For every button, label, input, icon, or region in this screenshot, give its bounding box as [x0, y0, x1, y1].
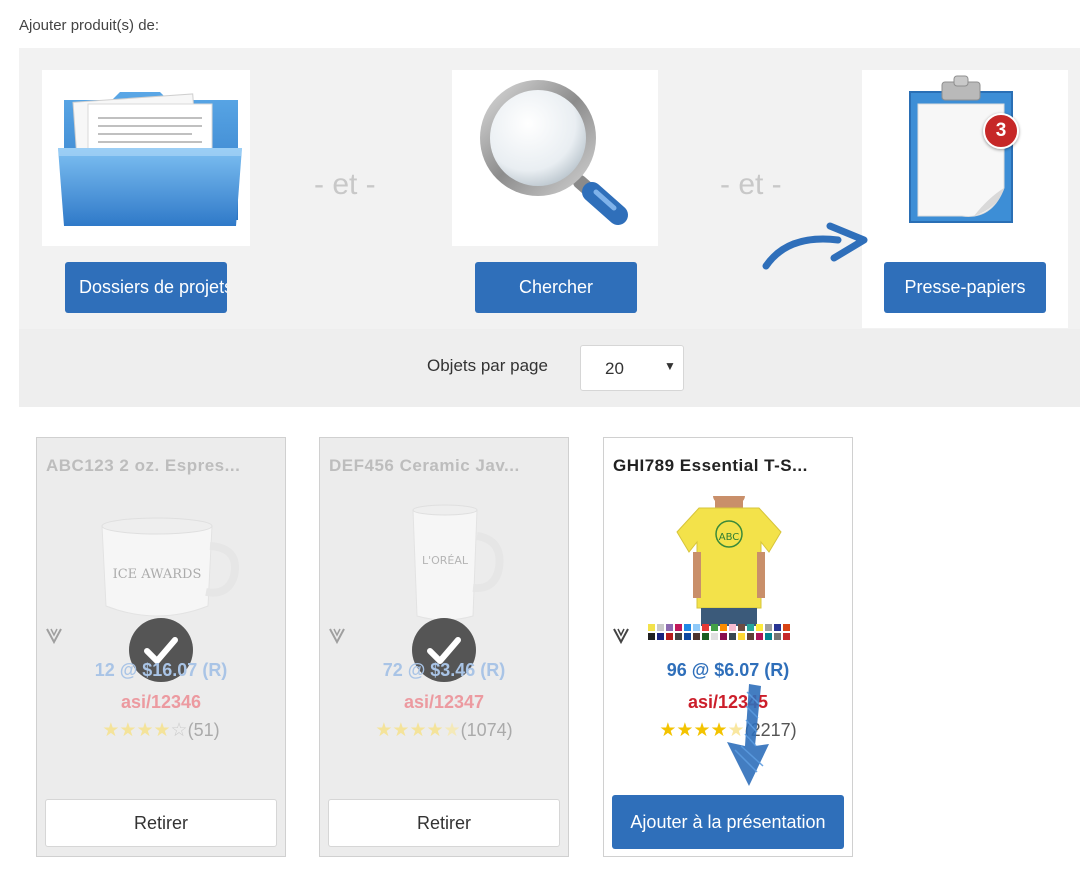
product-sku[interactable]: asi/12346 — [37, 692, 285, 713]
annotation-arrow-icon — [762, 222, 868, 270]
star-half-icon: ★ — [443, 720, 461, 741]
shirt-print-text: ABC — [719, 532, 740, 543]
ceramic-mug-image: L'ORÉAL — [412, 504, 504, 621]
review-count: (51) — [187, 720, 220, 740]
vector-logo-icon — [613, 628, 629, 644]
product-price: 72 @ $3.46 (R) — [382, 660, 506, 680]
vector-logo-icon — [46, 628, 62, 644]
annotation-down-arrow-icon — [727, 684, 769, 786]
folder-icon — [58, 92, 242, 226]
folder-tile[interactable] — [42, 70, 250, 246]
items-per-page-label: Objets par page — [427, 356, 548, 375]
project-folders-button[interactable]: Dossiers de projets — [65, 262, 227, 313]
product-card[interactable]: ABC123 2 oz. Espres... ICE AWARDS 12 @ $… — [36, 437, 286, 857]
clipboard-button[interactable]: Presse-papiers — [884, 262, 1046, 313]
search-button[interactable]: Chercher — [475, 262, 637, 313]
items-per-page-select[interactable]: 20 ▼ — [580, 345, 684, 391]
items-per-page-value: 20 — [605, 359, 624, 378]
add-products-heading: Ajouter produit(s) de: — [19, 17, 160, 34]
product-card[interactable]: DEF456 Ceramic Jav... L'ORÉAL 72 @ $3.46… — [319, 437, 569, 857]
espresso-cup-image: ICE AWARDS — [101, 517, 239, 617]
mug-print-text: L'ORÉAL — [422, 554, 469, 567]
product-sku[interactable]: asi/12347 — [320, 692, 568, 713]
add-to-presentation-button[interactable]: Ajouter à la présentation — [612, 795, 844, 849]
separator-text: - et - — [720, 168, 782, 201]
magnifier-icon — [480, 80, 628, 225]
product-card[interactable]: GHI789 Essential T-S... ABC 96 @ $6.07 (… — [603, 437, 853, 857]
remove-button[interactable]: Retirer — [45, 799, 277, 847]
star-icon: ★★★★ — [375, 720, 444, 741]
badge-count: 3 — [995, 120, 1007, 141]
rating-stars: ★★★★★(1074) — [320, 719, 568, 742]
yellow-tshirt-image: ABC — [676, 496, 782, 626]
product-price: 96 @ $6.07 (R) — [666, 660, 790, 680]
review-count: (1074) — [460, 720, 513, 740]
clipboard-count-badge: 3 — [983, 113, 1019, 149]
mug-print-text: ICE AWARDS — [113, 567, 202, 582]
separator-text: - et - — [314, 168, 376, 201]
product-title: ABC123 2 oz. Espres... — [46, 456, 241, 475]
star-icon: ★★★★ — [102, 720, 171, 741]
product-price: 12 @ $16.07 (R) — [94, 660, 228, 680]
remove-button[interactable]: Retirer — [328, 799, 560, 847]
clipboard-icon — [909, 75, 1013, 223]
color-swatches — [648, 624, 790, 640]
search-tile[interactable] — [452, 70, 658, 246]
chevron-down-icon: ▼ — [664, 359, 676, 373]
star-empty-icon: ☆ — [170, 720, 188, 741]
product-title: DEF456 Ceramic Jav... — [329, 456, 520, 475]
items-per-page-bar — [19, 329, 1080, 407]
rating-stars: ★★★★☆(51) — [37, 719, 285, 742]
vector-logo-icon — [329, 628, 345, 644]
product-title: GHI789 Essential T-S... — [613, 456, 808, 475]
